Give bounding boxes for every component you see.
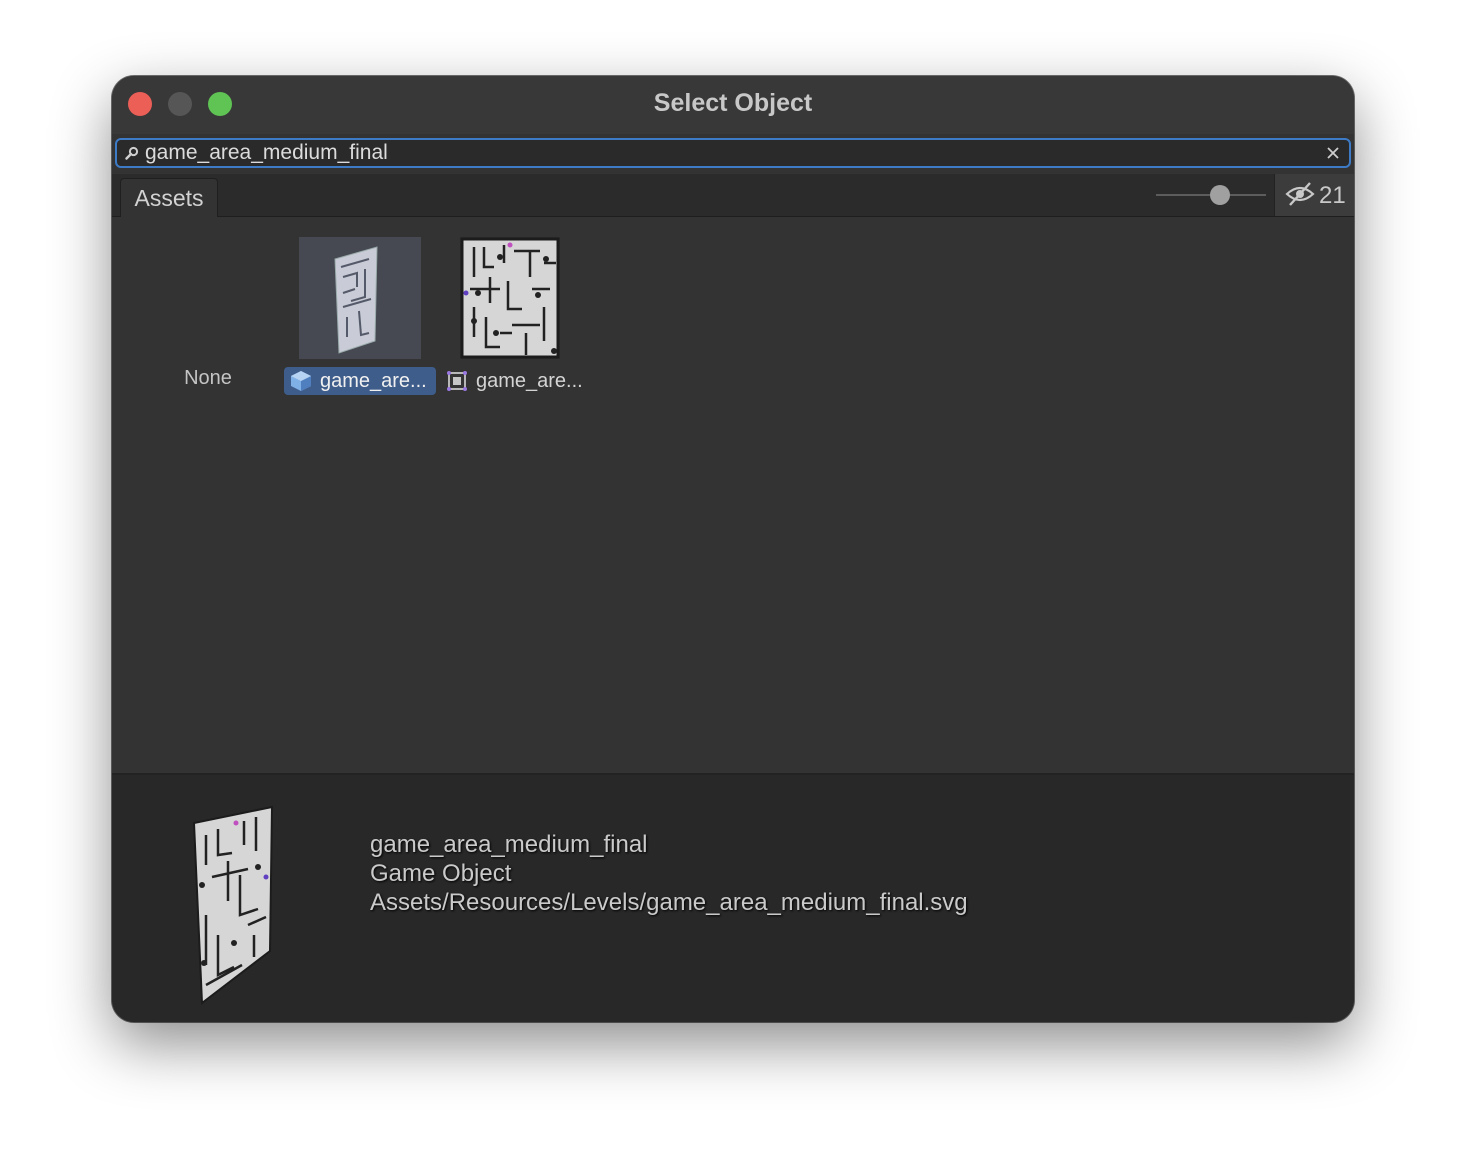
- search-input[interactable]: [145, 140, 1315, 166]
- eye-slash-icon: [1285, 182, 1315, 206]
- zoom-slider-thumb[interactable]: [1210, 185, 1230, 205]
- search-icon: [125, 146, 139, 160]
- item-none[interactable]: None: [172, 367, 244, 390]
- preview-asset-path: Assets/Resources/Levels/game_area_medium…: [370, 889, 968, 916]
- preview-panel: game_area_medium_final Game Object Asset…: [112, 775, 1354, 1022]
- tab-bar: Assets 21: [112, 174, 1354, 217]
- hidden-packages-toggle[interactable]: 21: [1274, 174, 1354, 216]
- asset-thumbnail: [460, 237, 560, 359]
- close-icon[interactable]: [1325, 145, 1341, 161]
- prefab-icon: [291, 371, 311, 391]
- preview-asset-name: game_area_medium_final: [370, 831, 648, 858]
- hidden-count: 21: [1319, 182, 1346, 209]
- asset-grid: None game_are... game_are...: [112, 217, 1354, 773]
- preview-image: [192, 805, 274, 1005]
- preview-asset-type: Game Object: [370, 860, 512, 887]
- window-title: Select Object: [653, 89, 813, 117]
- title-bar: Select Object: [112, 76, 1354, 134]
- asset-label: game_are...: [440, 367, 590, 395]
- select-object-window: Select Object Assets 21 None: [112, 76, 1354, 1022]
- tab-assets[interactable]: Assets: [120, 178, 218, 217]
- asset-item-sprite[interactable]: game_are...: [440, 237, 592, 397]
- sprite-icon: [447, 371, 467, 391]
- asset-item-prefab[interactable]: game_are...: [284, 237, 436, 397]
- asset-label: game_are...: [284, 367, 436, 395]
- search-field[interactable]: [115, 138, 1351, 168]
- asset-thumbnail: [299, 237, 421, 359]
